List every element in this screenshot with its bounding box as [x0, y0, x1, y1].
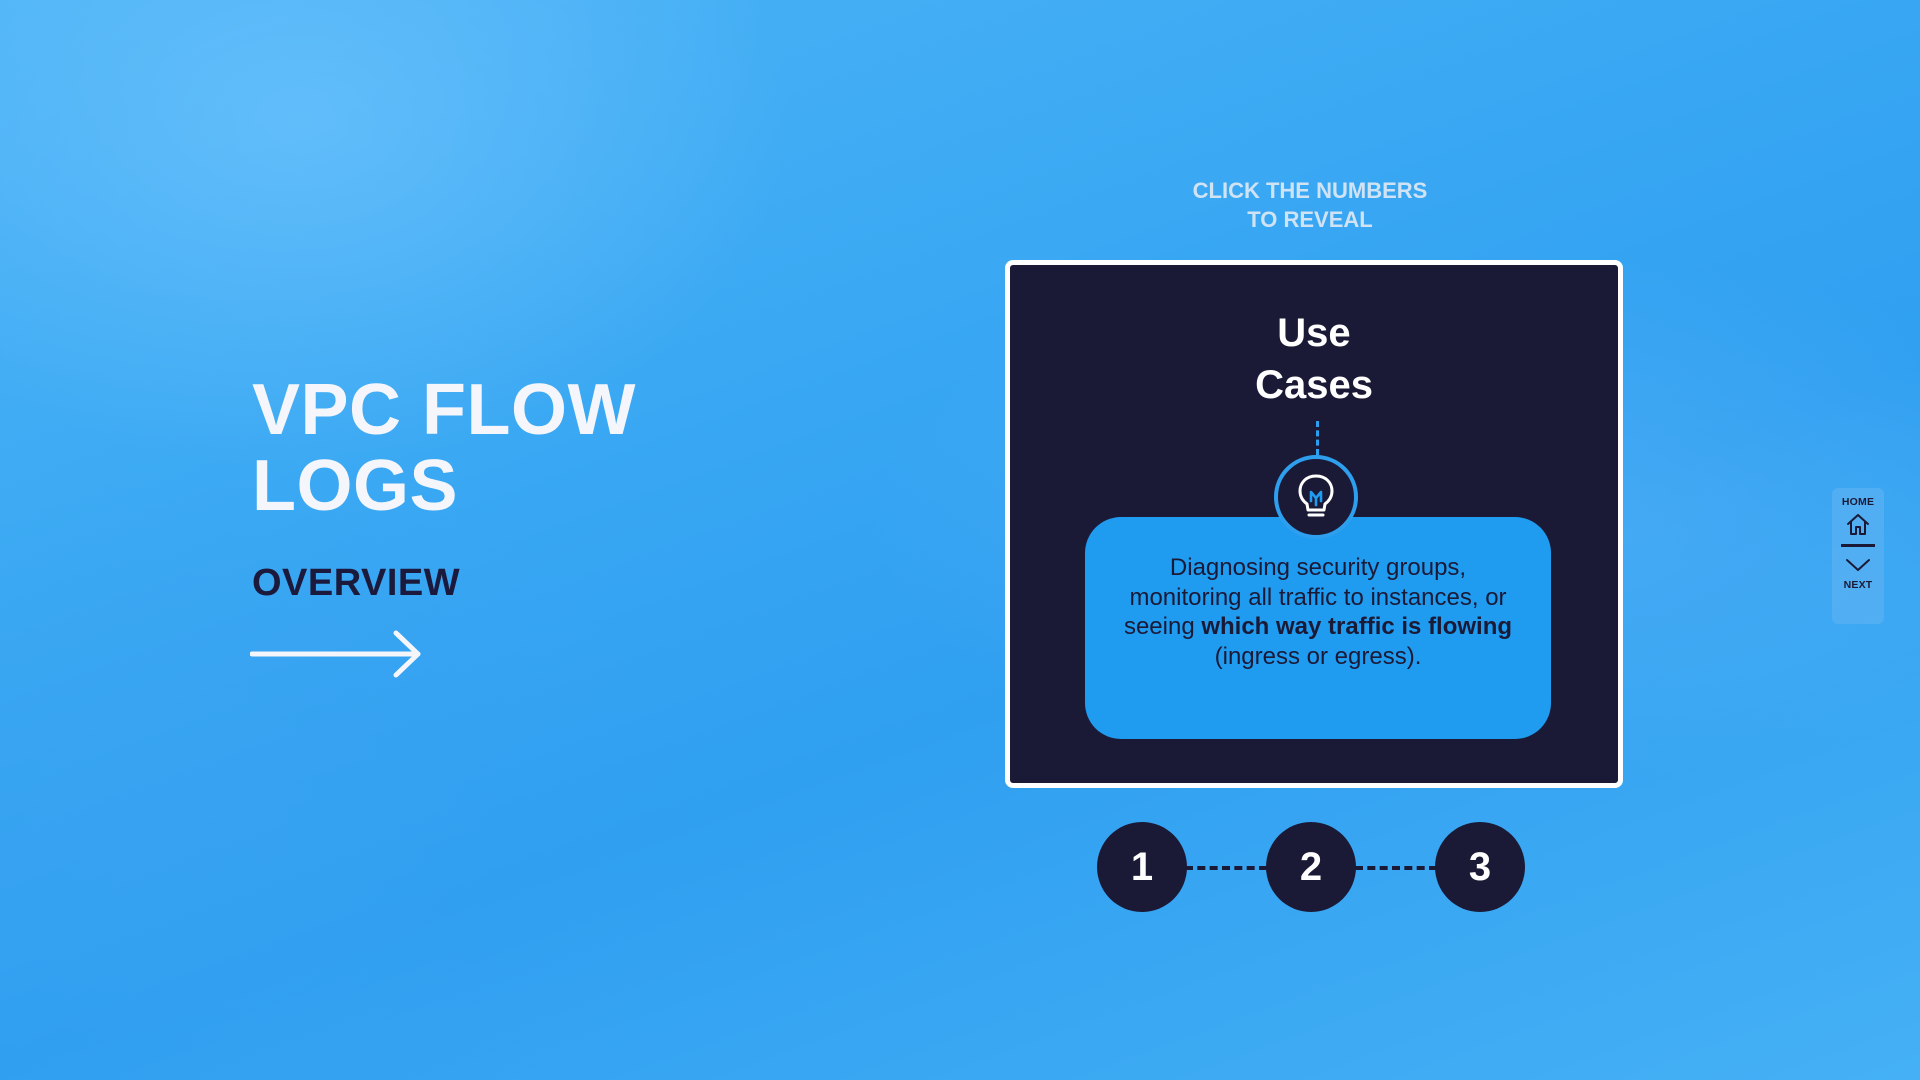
card-title-line-2: Cases — [1255, 363, 1373, 407]
step-connector — [1355, 866, 1437, 870]
page-subtitle: OVERVIEW — [252, 562, 461, 604]
hint-line-2: TO REVEAL — [1247, 207, 1373, 232]
step-2-button[interactable]: 2 — [1266, 822, 1356, 912]
hint-line-1: CLICK THE NUMBERS — [1192, 178, 1428, 203]
home-icon — [1847, 514, 1869, 535]
chevron-down-icon — [1846, 559, 1870, 571]
step-connector — [1185, 866, 1267, 870]
home-label: HOME — [1841, 496, 1875, 508]
use-case-text-bold: which way traffic is flowing — [1201, 613, 1513, 640]
step-selector: 1 2 3 — [1097, 822, 1525, 912]
step-1-button[interactable]: 1 — [1097, 822, 1187, 912]
use-case-text-box: Diagnosing security groups, monitoring a… — [1085, 517, 1551, 739]
step-3-button[interactable]: 3 — [1435, 822, 1525, 912]
nav-divider — [1841, 544, 1875, 547]
lightbulb-badge — [1274, 455, 1358, 539]
use-case-text-end: (ingress or egress). — [1214, 642, 1422, 670]
next-label: NEXT — [1843, 579, 1873, 591]
connector-line — [1316, 421, 1319, 455]
use-cases-card: Use Cases Diagnosing security groups, mo… — [1005, 260, 1623, 788]
page-title: VPC FLOW LOGS — [252, 370, 636, 526]
home-button[interactable]: HOME — [1842, 496, 1874, 536]
lightbulb-icon — [1298, 474, 1334, 517]
instruction-hint: CLICK THE NUMBERS TO REVEAL — [1140, 176, 1480, 234]
card-title-line-1: Use — [1277, 311, 1351, 355]
title-block: VPC FLOW LOGS OVERVIEW — [252, 372, 672, 605]
arrow-right-icon — [250, 630, 421, 678]
card-title: Use Cases — [1010, 307, 1618, 411]
next-button[interactable]: NEXT — [1844, 557, 1873, 591]
side-navigation: HOME NEXT — [1832, 488, 1884, 624]
